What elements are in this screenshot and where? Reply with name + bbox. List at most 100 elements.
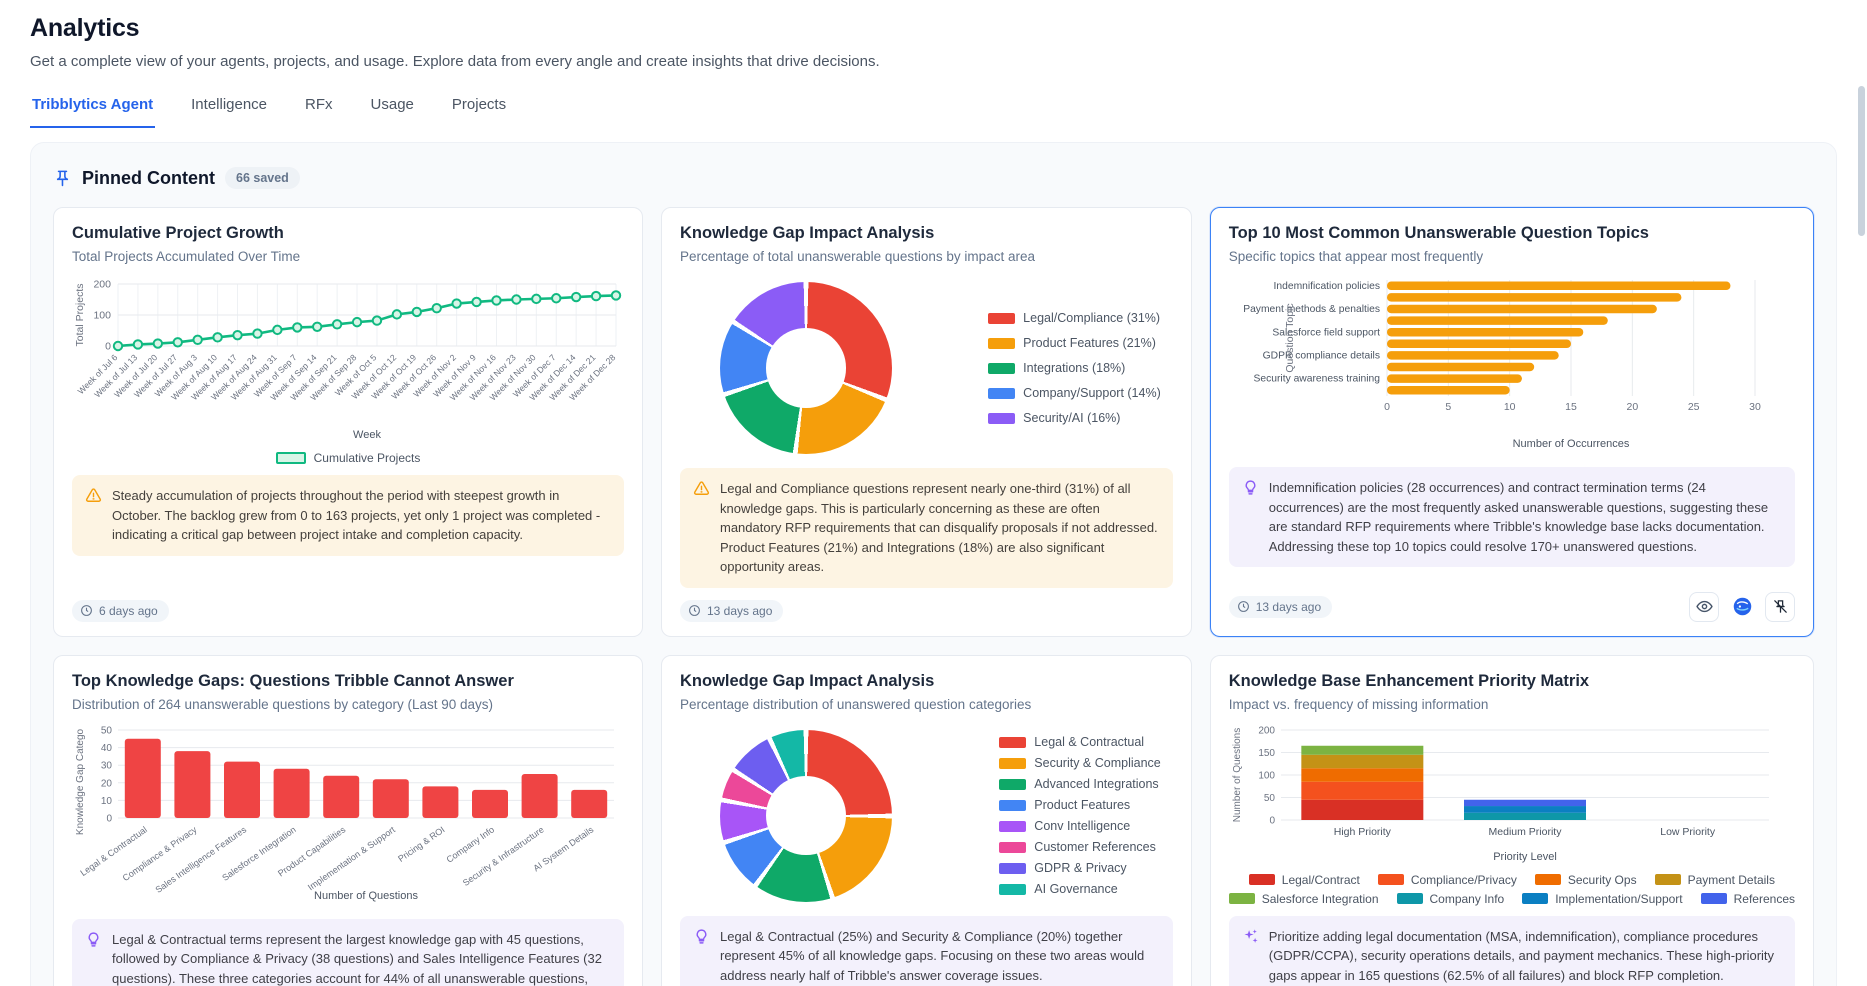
legend-swatch	[276, 452, 306, 464]
legend-item: Security/AI (16%)	[988, 411, 1161, 425]
legend-item: Company Info	[1397, 892, 1505, 906]
legend-item: Integrations (18%)	[988, 361, 1161, 375]
legend-item: Product Features (21%)	[988, 336, 1161, 350]
warning-triangle-icon	[85, 487, 102, 504]
card-subtitle: Impact vs. frequency of missing informat…	[1229, 697, 1795, 712]
tab-tribblytics-agent[interactable]: Tribblytics Agent	[30, 92, 155, 128]
vertical-bar-chart: 01020304050Legal & ContractualCompliance…	[72, 722, 624, 909]
svg-text:5: 5	[1445, 401, 1451, 413]
card-top-10-unanswerable-topics[interactable]: Top 10 Most Common Unanswerable Question…	[1210, 207, 1814, 637]
insight-text: Legal and Compliance questions represent…	[720, 479, 1160, 577]
analytics-page: Analytics Get a complete view of your ag…	[0, 0, 1867, 986]
clock-icon	[1237, 600, 1250, 613]
warning-triangle-icon	[693, 480, 710, 497]
card-subtitle: Specific topics that appear most frequen…	[1229, 249, 1795, 264]
donut-chart: Legal & Contractual Security & Compliance…	[680, 722, 1173, 906]
timestamp-badge: 13 days ago	[680, 600, 783, 622]
horizontal-bar-chart: 051015202530Indemnification policiesPaym…	[1229, 274, 1795, 457]
legend-item: Product Features	[999, 798, 1160, 812]
legend-item: Legal/Compliance (31%)	[988, 311, 1161, 325]
card-footer: 13 days ago	[680, 588, 1173, 622]
insight-text: Steady accumulation of projects througho…	[112, 486, 611, 545]
card-subtitle: Total Projects Accumulated Over Time	[72, 249, 624, 264]
legend-item: Security Ops	[1535, 873, 1637, 887]
svg-text:20: 20	[101, 778, 113, 789]
insight-lightbulb: Legal & Contractual terms represent the …	[72, 919, 624, 986]
svg-text:10: 10	[1504, 401, 1516, 413]
tab-bar: Tribblytics Agent Intelligence RFx Usage Pro…	[30, 92, 1837, 128]
svg-text:10: 10	[101, 795, 113, 806]
sphere-button[interactable]	[1727, 592, 1757, 622]
svg-text:Priority Level: Priority Level	[1493, 851, 1557, 863]
insight-warning: Steady accumulation of projects througho…	[72, 475, 624, 556]
tab-intelligence[interactable]: Intelligence	[189, 92, 269, 128]
card-knowledge-gap-impact-2[interactable]: Knowledge Gap Impact Analysis Percentage…	[661, 655, 1192, 986]
svg-text:40: 40	[101, 743, 113, 754]
pinned-content-section: Pinned Content 66 saved Cumulative Proje…	[30, 142, 1837, 986]
svg-text:30: 30	[1749, 401, 1761, 413]
svg-text:0: 0	[1269, 815, 1275, 826]
legend-item: Payment Details	[1655, 873, 1775, 887]
page-subtitle: Get a complete view of your agents, proj…	[30, 53, 1837, 70]
insight-text: Prioritize adding legal documentation (M…	[1269, 927, 1782, 986]
unpin-button[interactable]	[1765, 592, 1795, 622]
svg-text:0: 0	[105, 341, 111, 353]
tab-usage[interactable]: Usage	[369, 92, 416, 128]
insight-lightbulb: Legal & Contractual (25%) and Security &…	[680, 916, 1173, 986]
card-title: Top 10 Most Common Unanswerable Question…	[1229, 224, 1795, 243]
card-title: Knowledge Base Enhancement Priority Matr…	[1229, 672, 1795, 691]
line-chart: 0100200Week of Jul 6Week of Jul 13Week o…	[72, 274, 624, 449]
tab-rfx[interactable]: RFx	[303, 92, 335, 128]
insight-text: Indemnification policies (28 occurrences…	[1269, 478, 1782, 556]
pinned-cards-grid: Cumulative Project Growth Total Projects…	[53, 207, 1814, 986]
sphere-icon	[1732, 596, 1753, 617]
card-priority-matrix[interactable]: Knowledge Base Enhancement Priority Matr…	[1210, 655, 1814, 986]
lightbulb-icon	[1242, 479, 1259, 496]
svg-text:Knowledge Gap Catego: Knowledge Gap Catego	[75, 728, 86, 835]
legend-item: Security & Compliance	[999, 756, 1160, 770]
donut-chart: Legal/Compliance (31%) Product Features (…	[680, 274, 1173, 458]
insight-lightbulb: Indemnification policies (28 occurrences…	[1229, 467, 1795, 567]
svg-text:Security & Infrastructure: Security & Infrastructure	[461, 824, 546, 888]
svg-text:Number of Occurrences: Number of Occurrences	[1512, 438, 1629, 450]
svg-text:Medium Priority: Medium Priority	[1488, 826, 1562, 838]
pinned-header: Pinned Content 66 saved	[53, 161, 1814, 191]
card-top-knowledge-gaps[interactable]: Top Knowledge Gaps: Questions Tribble Ca…	[53, 655, 643, 986]
insight-text: Legal & Contractual terms represent the …	[112, 930, 611, 986]
card-title: Cumulative Project Growth	[72, 224, 624, 243]
svg-text:200: 200	[93, 279, 111, 291]
scrollbar-thumb[interactable]	[1858, 86, 1865, 236]
timestamp-badge: 6 days ago	[72, 600, 169, 622]
svg-text:100: 100	[1258, 770, 1275, 781]
svg-text:Indemnification policies: Indemnification policies	[1273, 281, 1379, 292]
pin-off-icon	[1772, 598, 1789, 615]
svg-text:Total Projects: Total Projects	[74, 283, 86, 346]
tab-projects[interactable]: Projects	[450, 92, 508, 128]
svg-text:Number of Questions: Number of Questions	[1232, 727, 1243, 822]
legend-item: AI Governance	[999, 882, 1160, 896]
card-cumulative-project-growth[interactable]: Cumulative Project Growth Total Projects…	[53, 207, 643, 637]
legend-item: Compliance/Privacy	[1378, 873, 1517, 887]
svg-text:50: 50	[101, 725, 113, 736]
legend-item: Company/Support (14%)	[988, 386, 1161, 400]
svg-text:Pricing & ROI: Pricing & ROI	[396, 824, 446, 863]
insight-warning: Legal and Compliance questions represent…	[680, 468, 1173, 588]
legend-item: Conv Intelligence	[999, 819, 1160, 833]
view-button[interactable]	[1689, 592, 1719, 622]
pinned-title: Pinned Content	[82, 168, 215, 189]
legend-item: Legal & Contractual	[999, 735, 1160, 749]
svg-text:GDPR compliance details: GDPR compliance details	[1262, 350, 1379, 361]
svg-text:0: 0	[106, 813, 112, 824]
card-subtitle: Distribution of 264 unanswerable questio…	[72, 697, 624, 712]
card-title: Knowledge Gap Impact Analysis	[680, 672, 1173, 691]
card-title: Knowledge Gap Impact Analysis	[680, 224, 1173, 243]
card-knowledge-gap-impact-1[interactable]: Knowledge Gap Impact Analysis Percentage…	[661, 207, 1192, 637]
legend-item: GDPR & Privacy	[999, 861, 1160, 875]
donut-legend: Legal/Compliance (31%) Product Features (…	[988, 311, 1161, 425]
legend-item: Legal/Contract	[1249, 873, 1360, 887]
svg-text:Low Priority: Low Priority	[1660, 826, 1716, 838]
clock-icon	[80, 604, 93, 617]
svg-text:150: 150	[1258, 748, 1275, 759]
line-chart-legend: Cumulative Projects	[72, 451, 624, 465]
page-scrollbar[interactable]	[1858, 0, 1865, 986]
